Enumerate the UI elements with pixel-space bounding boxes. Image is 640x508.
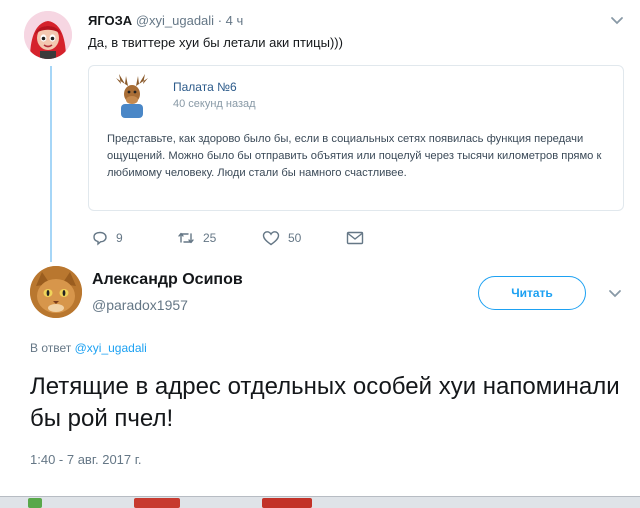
tweet-age[interactable]: · 4 ч: [218, 13, 244, 28]
taskbar-app-icon[interactable]: [134, 498, 180, 508]
retweet-count: 25: [203, 231, 217, 245]
like-button[interactable]: 50: [262, 230, 301, 246]
chevron-down-icon[interactable]: [609, 12, 625, 28]
quoted-author-name[interactable]: Палата №6: [173, 80, 237, 94]
taskbar: [0, 496, 640, 508]
thread-line: [50, 66, 52, 262]
reply-icon: [92, 230, 108, 246]
author-name[interactable]: ЯГОЗА: [88, 13, 132, 28]
quoted-text: Представьте, как здорово было бы, если в…: [107, 133, 602, 179]
tweet-text: Летящие в адрес отдельных особей хуи нап…: [30, 373, 620, 432]
moose-avatar: [113, 72, 151, 118]
like-count: 50: [288, 231, 302, 245]
taskbar-app-icon[interactable]: [262, 498, 312, 508]
reply-prefix: В ответ: [30, 341, 72, 355]
tweet-header: ЯГОЗА @xyi_ugadali · 4 ч: [88, 13, 243, 28]
avatar[interactable]: [30, 266, 82, 318]
author-handle[interactable]: @paradox1957: [92, 297, 188, 313]
envelope-icon: [346, 230, 364, 246]
retweet-button[interactable]: 25: [177, 230, 216, 246]
author-handle[interactable]: @xyi_ugadali: [136, 13, 214, 28]
quoted-time: 40 секунд назад: [173, 98, 256, 110]
follow-button[interactable]: Читать: [478, 276, 586, 310]
author-name[interactable]: Александр Осипов: [92, 271, 243, 289]
dm-button[interactable]: [346, 230, 364, 246]
reply-count: 9: [116, 231, 123, 245]
tweet-text: Да, в твиттере хуи бы летали аки птицы))…: [88, 35, 343, 50]
reply-button[interactable]: 9: [92, 230, 123, 246]
reply-handle-link[interactable]: @xyi_ugadali: [75, 341, 147, 355]
chevron-down-icon[interactable]: [607, 285, 623, 301]
retweet-icon: [177, 230, 195, 246]
taskbar-app-icon[interactable]: [28, 498, 42, 508]
reply-context: В ответ @xyi_ugadali: [30, 341, 147, 355]
tweet-timestamp[interactable]: 1:40 - 7 авг. 2017 г.: [30, 452, 142, 467]
heart-icon: [262, 230, 280, 246]
avatar[interactable]: [24, 11, 72, 59]
